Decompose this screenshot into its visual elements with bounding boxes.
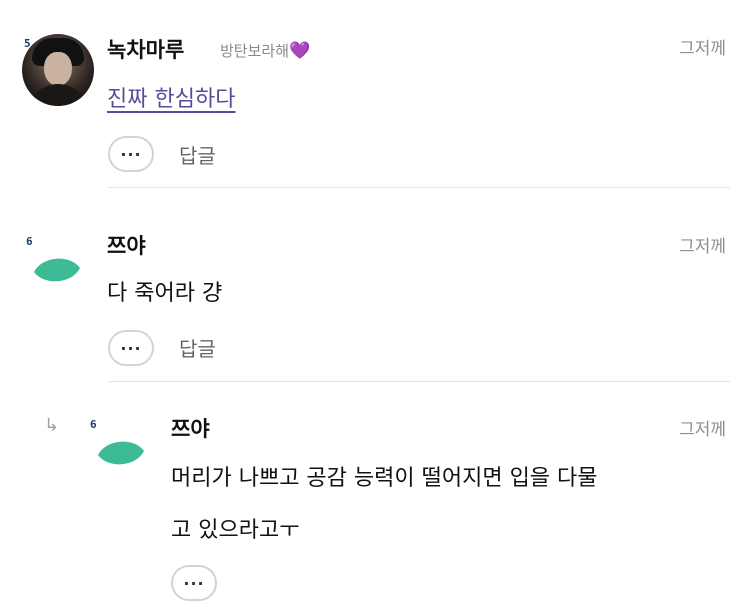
more-dots-icon: ···: [120, 144, 142, 164]
comment-text-line-1: 머리가 나쁘고 공감 능력이 떨어지면 입을 다물: [171, 466, 598, 491]
comment-2: 6 쯔야 그저께 다 죽어라 걍 ··· 답글: [0, 190, 750, 385]
more-options-button[interactable]: ···: [108, 330, 154, 366]
more-dots-icon: ···: [120, 338, 142, 358]
author-nickname-extra: 방탄보라해💜: [220, 41, 311, 61]
divider: [108, 381, 730, 382]
level-badge: 6: [90, 418, 97, 431]
comment-1: 5 녹차마루 방탄보라해💜 그저께 진짜 한심하다 ··· 답글: [0, 0, 750, 190]
more-options-button[interactable]: ···: [108, 136, 154, 172]
comment-3-reply: ↳ 6 쯔야 그저께 머리가 나쁘고 공감 능력이 떨어지면 입을 다물 고 있…: [0, 385, 750, 615]
more-options-button[interactable]: ···: [171, 565, 217, 601]
timestamp: 그저께: [679, 420, 726, 440]
reply-arrow-icon: ↳: [44, 415, 60, 436]
author-name[interactable]: 쯔야: [107, 230, 146, 260]
reply-button[interactable]: 답글: [179, 333, 216, 362]
avatar[interactable]: [22, 34, 94, 106]
more-dots-icon: ···: [183, 573, 205, 593]
comment-text[interactable]: 진짜 한심하다: [107, 80, 235, 120]
comment-text-line-2: 고 있으라고ㅜ: [171, 518, 300, 543]
level-badge: 6: [26, 235, 33, 248]
divider: [108, 187, 730, 188]
timestamp: 그저께: [679, 39, 726, 59]
leaf-avatar-icon[interactable]: [32, 254, 82, 288]
timestamp: 그저께: [679, 237, 726, 257]
purple-heart-icon: 💜: [289, 41, 311, 61]
author-name[interactable]: 녹차마루: [107, 34, 184, 64]
reply-button[interactable]: 답글: [179, 140, 216, 169]
comment-text: 다 죽어라 걍: [107, 281, 223, 306]
author-name[interactable]: 쯔야: [171, 413, 210, 443]
leaf-avatar-icon[interactable]: [96, 437, 146, 471]
